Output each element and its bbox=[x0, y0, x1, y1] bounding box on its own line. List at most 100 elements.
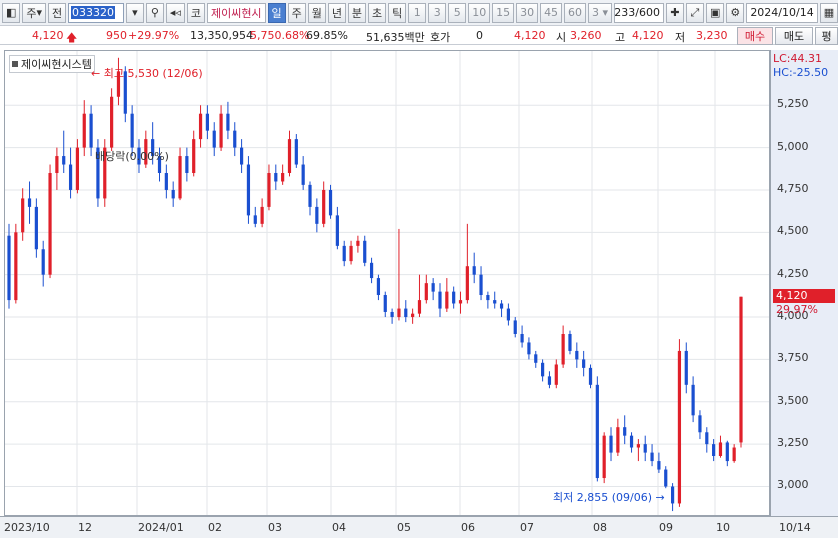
candle-body bbox=[349, 245, 353, 262]
candle bbox=[267, 164, 271, 211]
gear-icon[interactable]: ⚙ bbox=[726, 2, 745, 23]
quote-bar: 4,120 🡅 950 +29.97% 13,350,954 5,750.68%… bbox=[0, 27, 838, 45]
save-icon[interactable]: ▣ bbox=[705, 2, 725, 23]
open-label: 시 bbox=[556, 31, 567, 44]
candle-body bbox=[609, 435, 613, 453]
candle bbox=[62, 130, 66, 174]
candle-body bbox=[732, 447, 736, 462]
candle-body bbox=[602, 435, 606, 479]
candle-body bbox=[383, 295, 387, 312]
candle-body bbox=[328, 189, 333, 216]
low-label: 저 bbox=[675, 31, 686, 44]
candle-body bbox=[636, 444, 640, 448]
candle-body bbox=[527, 342, 531, 355]
period-45[interactable]: 45 bbox=[540, 2, 563, 23]
candle bbox=[554, 359, 558, 389]
volume-percent: 5,750.68% bbox=[250, 29, 310, 42]
y-tick-label: 4,250 bbox=[777, 266, 809, 280]
candle-body bbox=[7, 235, 11, 301]
candle bbox=[390, 308, 394, 324]
tab-minute[interactable]: 분 bbox=[347, 2, 367, 23]
candle-body bbox=[89, 113, 93, 148]
candle-body bbox=[411, 313, 415, 318]
period-select[interactable]: 3 ▾ bbox=[587, 2, 612, 23]
plot-area[interactable]: 제이씨현시스템 ← 최고 5,530 (12/06) 배당락(0.00%) 최저… bbox=[4, 50, 770, 516]
candle bbox=[732, 444, 736, 463]
candle-body bbox=[198, 113, 203, 140]
candle-body bbox=[739, 296, 743, 443]
stock-code-input[interactable]: 033320 bbox=[68, 2, 124, 23]
candle-body bbox=[48, 173, 52, 275]
window-link-icon[interactable]: ◧ bbox=[2, 2, 21, 23]
candlestick-svg bbox=[5, 51, 769, 515]
candle bbox=[7, 223, 11, 309]
candle-body bbox=[712, 444, 716, 456]
candle bbox=[363, 235, 367, 267]
candle-body bbox=[534, 354, 538, 363]
kospi-kosdaq-toggle[interactable]: 코 bbox=[186, 2, 205, 23]
candle-body bbox=[424, 283, 428, 301]
candle bbox=[534, 350, 538, 368]
candle-body bbox=[582, 359, 586, 368]
high-annotation-text: 최고 5,530 (12/06) bbox=[103, 67, 203, 80]
candle-body bbox=[541, 362, 545, 377]
crosshair-icon[interactable]: ✚ bbox=[665, 2, 684, 23]
x-tick-label: 07 bbox=[520, 521, 534, 534]
candle bbox=[369, 257, 374, 284]
candle bbox=[493, 291, 497, 309]
tab-tick[interactable]: 틱 bbox=[388, 2, 407, 23]
period-60[interactable]: 60 bbox=[564, 2, 586, 23]
date-field[interactable]: 2024/10/14 bbox=[746, 2, 818, 23]
candle-body bbox=[212, 130, 216, 148]
candle bbox=[192, 130, 196, 177]
period-3[interactable]: 3 bbox=[428, 2, 447, 23]
code-dropdown-icon[interactable]: ▾ bbox=[125, 2, 144, 23]
tab-second[interactable]: 초 bbox=[368, 2, 387, 23]
candle bbox=[198, 105, 203, 148]
period-1[interactable]: 1 bbox=[408, 2, 427, 23]
period-15[interactable]: 15 bbox=[492, 2, 515, 23]
candle bbox=[260, 198, 264, 228]
candle bbox=[431, 278, 435, 301]
period-5[interactable]: 5 bbox=[448, 2, 467, 23]
y-tick-label: 3,500 bbox=[777, 393, 809, 407]
period-10[interactable]: 10 bbox=[468, 2, 491, 23]
sell-button[interactable]: 매도 bbox=[775, 27, 813, 45]
period-30[interactable]: 30 bbox=[516, 2, 539, 23]
search-icon[interactable]: ⚲ bbox=[145, 2, 164, 23]
candle-body bbox=[486, 295, 490, 301]
y-axis[interactable]: LC:44.31 HC:-25.50 5,250 5,000 4,750 4,500 4… bbox=[770, 50, 838, 516]
candle-body bbox=[62, 156, 66, 165]
tab-year[interactable]: 년 bbox=[327, 2, 346, 23]
candle-body bbox=[322, 189, 326, 224]
prev-select[interactable]: 전 bbox=[47, 2, 67, 23]
low-annotation: 최저 2,855 (09/06) → bbox=[553, 491, 665, 504]
market-select[interactable]: 주 ▾ bbox=[22, 2, 46, 23]
calendar-icon[interactable]: ▦ bbox=[819, 2, 838, 23]
period-select-value: 3 bbox=[591, 6, 599, 19]
candle bbox=[636, 439, 640, 462]
eval-button[interactable]: 평 bbox=[815, 27, 838, 45]
x-tick-label: 09 bbox=[659, 521, 673, 534]
candle-body bbox=[253, 215, 257, 224]
draw-tools-icon[interactable]: ⤢ bbox=[685, 2, 704, 23]
candle bbox=[541, 359, 545, 382]
change-amount: 950 bbox=[106, 29, 127, 42]
sound-icon[interactable]: ◂◃ bbox=[165, 2, 185, 23]
high-annotation: ← 최고 5,530 (12/06) bbox=[91, 67, 203, 80]
candle-body bbox=[274, 173, 278, 182]
buy-button[interactable]: 매수 bbox=[737, 27, 773, 45]
dividend-annotation: 배당락(0.00%) bbox=[95, 150, 169, 163]
x-tick-label: 10 bbox=[716, 521, 730, 534]
chart-legend[interactable]: 제이씨현시스템 bbox=[9, 55, 95, 73]
candle bbox=[281, 164, 285, 185]
turnover-rate: 69.85% bbox=[306, 29, 348, 42]
stock-name: 제이씨현시 bbox=[206, 2, 266, 23]
tab-week[interactable]: 주 bbox=[287, 2, 306, 23]
price-chart[interactable]: 제이씨현시스템 ← 최고 5,530 (12/06) 배당락(0.00%) 최저… bbox=[0, 46, 838, 538]
tab-month[interactable]: 월 bbox=[307, 2, 326, 23]
candle bbox=[520, 325, 524, 348]
tab-day[interactable]: 일 bbox=[267, 2, 286, 23]
candle-body bbox=[376, 278, 381, 296]
x-tick-label: 2023/10 bbox=[4, 521, 50, 534]
